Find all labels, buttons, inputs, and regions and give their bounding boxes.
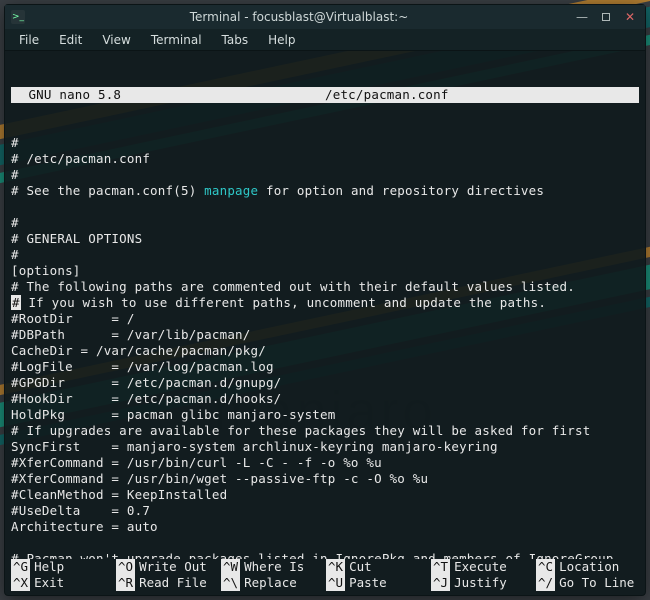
editor-content[interactable]: ## /etc/pacman.conf## See the pacman.con… (11, 135, 639, 559)
titlebar[interactable]: >_ Terminal - focusblast@Virtualblast:~ … (5, 5, 645, 29)
menubar: File Edit View Terminal Tabs Help (5, 29, 645, 51)
shortcut-key: ^\ (221, 575, 240, 591)
editor-line: #LogFile = /var/log/pacman.log (11, 359, 639, 375)
editor-line: #XferCommand = /usr/bin/curl -L -C - -f … (11, 455, 639, 471)
menu-view[interactable]: View (94, 31, 138, 49)
editor-line: # Pacman won't upgrade packages listed i… (11, 551, 639, 559)
editor-line: # If upgrades are available for these pa… (11, 423, 639, 439)
nano-shortcut: ^TExecute (431, 559, 534, 575)
editor-line: #UseDelta = 0.7 (11, 503, 639, 519)
nano-shortcut: ^JJustify (431, 575, 534, 591)
editor-line: #RootDir = / (11, 311, 639, 327)
shortcut-label: Where Is (244, 559, 304, 575)
nano-file: /etc/pacman.conf (325, 87, 637, 103)
editor-line: Architecture = auto (11, 519, 639, 535)
shortcut-label: Read File (139, 575, 207, 591)
nano-shortcut: ^UPaste (326, 575, 429, 591)
editor-line (11, 199, 639, 215)
nano-shortcut: ^XExit (11, 575, 114, 591)
shortcut-key: ^T (431, 559, 450, 575)
shortcut-label: Justify (454, 575, 507, 591)
shortcut-key: ^W (221, 559, 240, 575)
terminal-window: >_ Terminal - focusblast@Virtualblast:~ … (4, 4, 646, 596)
shortcut-label: Help (34, 559, 64, 575)
editor-line: #DBPath = /var/lib/pacman/ (11, 327, 639, 343)
shortcut-label: Write Out (139, 559, 207, 575)
terminal-icon: >_ (11, 10, 25, 24)
menu-file[interactable]: File (11, 31, 47, 49)
editor-line: CacheDir = /var/cache/pacman/pkg/ (11, 343, 639, 359)
menu-help[interactable]: Help (260, 31, 303, 49)
editor-line: [options] (11, 263, 639, 279)
nano-shortcut: ^KCut (326, 559, 429, 575)
nano-shortcut: ^GHelp (11, 559, 114, 575)
editor-line: # If you wish to use different paths, un… (11, 295, 639, 311)
menu-tabs[interactable]: Tabs (214, 31, 257, 49)
shortcut-label: Paste (349, 575, 387, 591)
editor-line: #XferCommand = /usr/bin/wget --passive-f… (11, 471, 639, 487)
editor-line: # GENERAL OPTIONS (11, 231, 639, 247)
menu-edit[interactable]: Edit (51, 31, 90, 49)
nano-shortcut: ^OWrite Out (116, 559, 219, 575)
nano-app: GNU nano 5.8 (28, 87, 121, 102)
editor-line: # (11, 167, 639, 183)
editor-line (11, 535, 639, 551)
shortcut-key: ^X (11, 575, 30, 591)
editor-line: HoldPkg = pacman glibc manjaro-system (11, 407, 639, 423)
maximize-button[interactable] (597, 9, 615, 25)
editor-line: SyncFirst = manjaro-system archlinux-key… (11, 439, 639, 455)
nano-shortcut: ^RRead File (116, 575, 219, 591)
shortcut-label: Exit (34, 575, 64, 591)
nano-shortcut: ^\Replace (221, 575, 324, 591)
editor-line: # The following paths are commented out … (11, 279, 639, 295)
desktop: manjaro >_ Terminal - focusblast@Virtual… (0, 0, 650, 600)
editor-line: #HookDir = /etc/pacman.d/hooks/ (11, 391, 639, 407)
close-button[interactable]: ✕ (621, 9, 639, 25)
editor-line: #GPGDir = /etc/pacman.d/gnupg/ (11, 375, 639, 391)
editor-line: # See the pacman.conf(5) manpage for opt… (11, 183, 639, 199)
shortcut-label: Replace (244, 575, 297, 591)
editor-line: # (11, 247, 639, 263)
shortcut-key: ^J (431, 575, 450, 591)
editor-line: # (11, 215, 639, 231)
nano-shortcut: ^WWhere Is (221, 559, 324, 575)
nano-header: GNU nano 5.8 /etc/pacman.conf (11, 87, 639, 103)
minimize-button[interactable]: — (573, 9, 591, 25)
shortcut-key: ^O (116, 559, 135, 575)
nano-shortcut-bar: ^GHelp^OWrite Out^WWhere Is^KCut^TExecut… (5, 559, 645, 595)
shortcut-label: Cut (349, 559, 372, 575)
nano-shortcut: ^CLocation (536, 559, 639, 575)
editor-line: # (11, 135, 639, 151)
shortcut-key: ^R (116, 575, 135, 591)
window-title: Terminal - focusblast@Virtualblast:~ (31, 10, 567, 24)
editor-line: # /etc/pacman.conf (11, 151, 639, 167)
shortcut-key: ^U (326, 575, 345, 591)
shortcut-key: ^/ (536, 575, 555, 591)
shortcut-key: ^C (536, 559, 555, 575)
menu-terminal[interactable]: Terminal (143, 31, 210, 49)
shortcut-label: Location (559, 559, 619, 575)
shortcut-key: ^G (11, 559, 30, 575)
nano-shortcut: ^/Go To Line (536, 575, 639, 591)
shortcut-label: Execute (454, 559, 507, 575)
terminal-body[interactable]: GNU nano 5.8 /etc/pacman.conf ## /etc/pa… (5, 51, 645, 559)
shortcut-label: Go To Line (559, 575, 634, 591)
shortcut-key: ^K (326, 559, 345, 575)
editor-line: #CleanMethod = KeepInstalled (11, 487, 639, 503)
